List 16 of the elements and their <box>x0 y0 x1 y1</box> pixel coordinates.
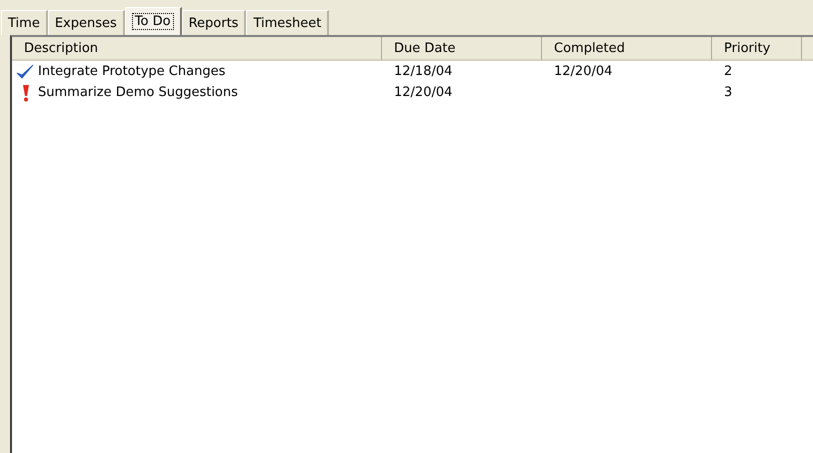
table-cell: Integrate Prototype Changes <box>38 64 226 79</box>
table-cell: 12/18/04 <box>394 64 452 79</box>
column-header[interactable]: Due Date <box>382 37 542 61</box>
column-header[interactable]: Description <box>12 37 382 61</box>
tab[interactable]: Expenses <box>48 10 125 35</box>
table-cell: 12/20/04 <box>394 85 452 100</box>
table-cell: 2 <box>724 64 732 79</box>
tab[interactable]: Reports <box>182 10 246 35</box>
tab[interactable]: To Do <box>124 7 182 35</box>
column-header[interactable]: Priority <box>712 37 802 61</box>
tab[interactable]: Time <box>1 10 48 35</box>
table-cell: 3 <box>724 85 732 100</box>
table-cell: Summarize Demo Suggestions <box>38 85 238 100</box>
table-cell: 12/20/04 <box>554 64 612 79</box>
tab[interactable]: Timesheet <box>246 10 330 35</box>
column-header[interactable]: Completed <box>542 37 712 61</box>
